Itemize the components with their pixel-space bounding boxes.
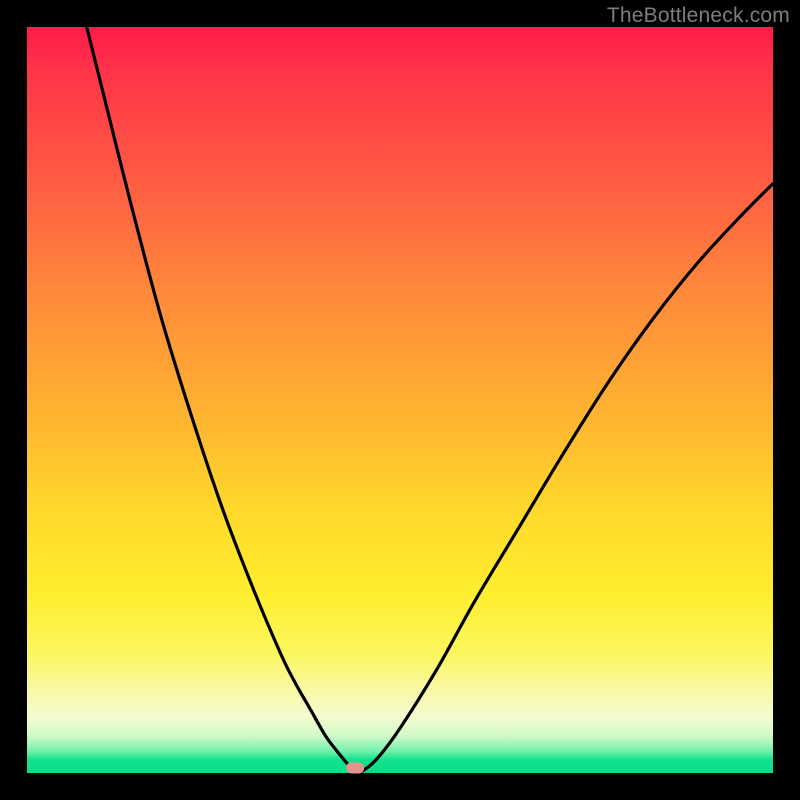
chart-frame: TheBottleneck.com [0,0,800,800]
curve-path [87,27,773,772]
bottleneck-curve [27,27,773,773]
optimum-marker [346,762,364,773]
watermark-text: TheBottleneck.com [607,4,790,28]
plot-area [27,27,773,773]
